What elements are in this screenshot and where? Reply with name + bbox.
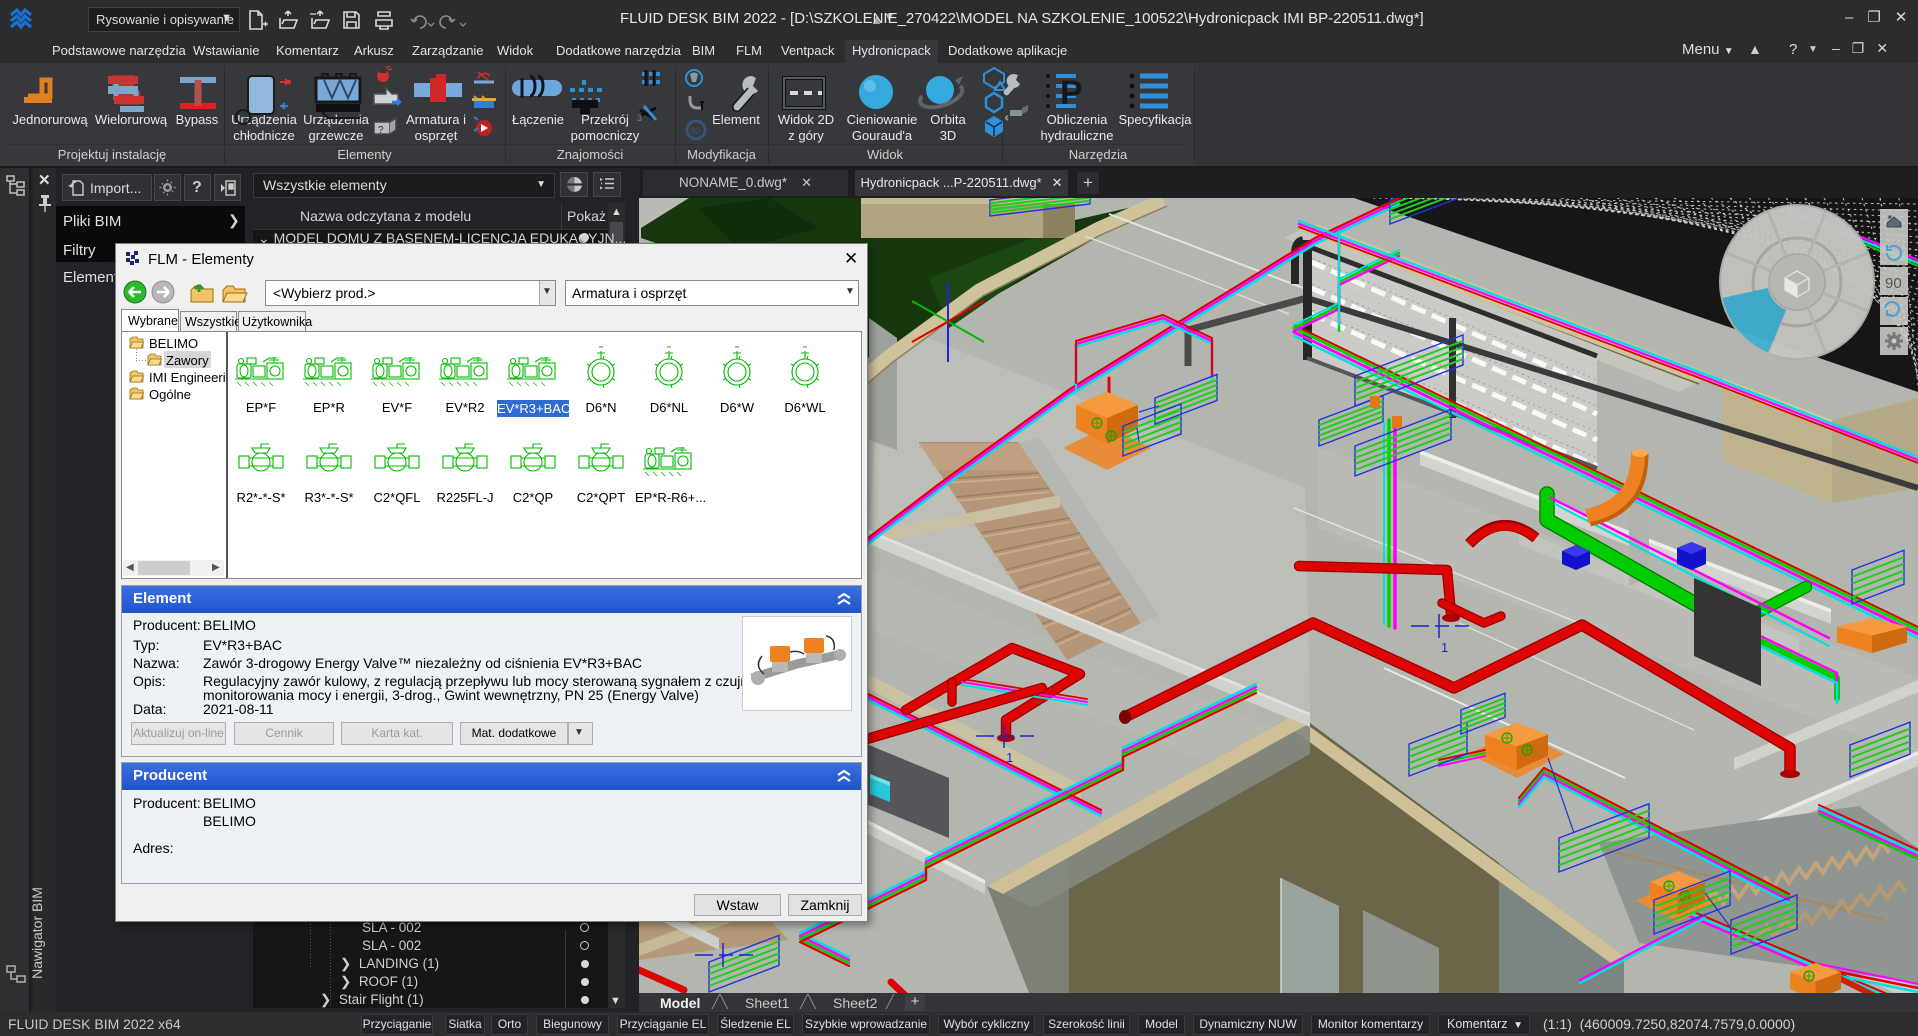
svg-text:3: 3 [637,113,642,123]
svg-text:1: 1 [1441,640,1448,655]
svg-text:1: 1 [1006,750,1013,765]
svg-text:P: P [1060,74,1083,112]
svg-text:?: ? [378,125,384,136]
svg-text:90: 90 [1885,275,1902,292]
svg-text:90: 90 [690,126,700,136]
